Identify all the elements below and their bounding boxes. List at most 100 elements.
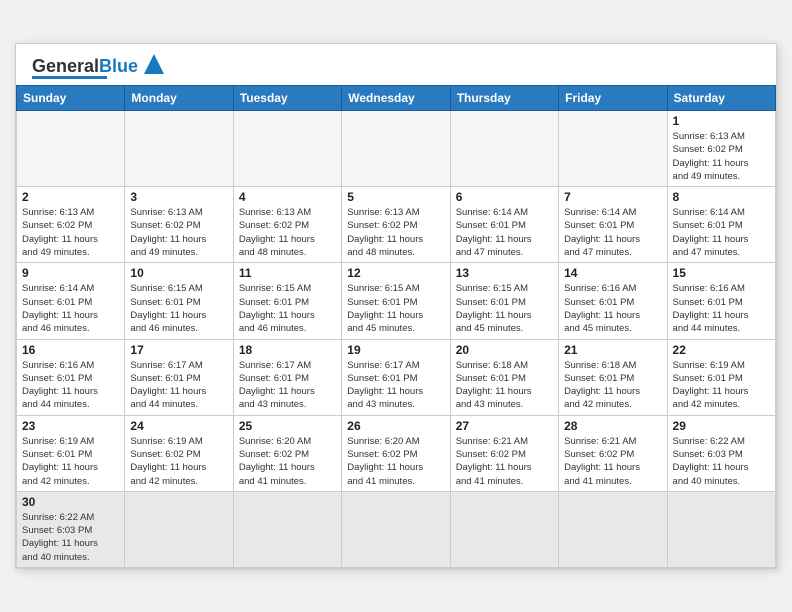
week-row-5: 23Sunrise: 6:19 AM Sunset: 6:01 PM Dayli… <box>17 415 776 491</box>
day-info: Sunrise: 6:13 AM Sunset: 6:02 PM Dayligh… <box>673 130 770 183</box>
day-info: Sunrise: 6:19 AM Sunset: 6:01 PM Dayligh… <box>673 359 770 412</box>
day-cell: 5 Sunrise: 6:13 AM Sunset: 6:02 PM Daylig… <box>342 187 450 263</box>
day-cell: 21 Sunrise: 6:18 AM Sunset: 6:01 PM Dayli… <box>559 339 667 415</box>
day-number: 21 <box>564 343 661 357</box>
day-info: Sunrise: 6:18 AM Sunset: 6:01 PM Dayligh… <box>564 359 661 412</box>
week-row-1: 1Sunrise: 6:13 AM Sunset: 6:02 PM Daylig… <box>17 110 776 186</box>
day-info: Sunrise: 6:21 AM Sunset: 6:02 PM Dayligh… <box>564 435 661 488</box>
logo: GeneralBlue <box>32 54 168 79</box>
day-number: 28 <box>564 419 661 433</box>
day-cell: 24 Sunrise: 6:19 AM Sunset: 6:02 PM Dayli… <box>125 415 233 491</box>
day-cell: 2 Sunrise: 6:13 AM Sunset: 6:02 PM Daylig… <box>17 187 125 263</box>
header-row: Sunday Monday Tuesday Wednesday Thursday… <box>17 85 776 110</box>
day-cell: 7 Sunrise: 6:14 AM Sunset: 6:01 PM Daylig… <box>559 187 667 263</box>
day-cell: 22 Sunrise: 6:19 AM Sunset: 6:01 PM Dayli… <box>667 339 775 415</box>
day-number: 12 <box>347 266 444 280</box>
day-cell <box>17 110 125 186</box>
calendar-table: Sunday Monday Tuesday Wednesday Thursday… <box>16 85 776 568</box>
day-number: 30 <box>22 495 119 509</box>
logo-icon <box>140 50 168 78</box>
day-cell: 25 Sunrise: 6:20 AM Sunset: 6:02 PM Dayli… <box>233 415 341 491</box>
day-number: 15 <box>673 266 770 280</box>
day-cell: 16 Sunrise: 6:16 AM Sunset: 6:01 PM Dayli… <box>17 339 125 415</box>
day-cell: 27Sunrise: 6:21 AM Sunset: 6:02 PM Dayli… <box>450 415 558 491</box>
day-cell: 11 Sunrise: 6:15 AM Sunset: 6:01 PM Dayli… <box>233 263 341 339</box>
day-cell <box>667 491 775 567</box>
day-info: Sunrise: 6:20 AM Sunset: 6:02 PM Dayligh… <box>239 435 336 488</box>
day-cell <box>342 491 450 567</box>
day-info: Sunrise: 6:14 AM Sunset: 6:01 PM Dayligh… <box>456 206 553 259</box>
week-row-2: 2 Sunrise: 6:13 AM Sunset: 6:02 PM Daylig… <box>17 187 776 263</box>
day-cell <box>125 110 233 186</box>
col-sunday: Sunday <box>17 85 125 110</box>
day-cell: 19Sunrise: 6:17 AM Sunset: 6:01 PM Dayli… <box>342 339 450 415</box>
day-cell: 1Sunrise: 6:13 AM Sunset: 6:02 PM Daylig… <box>667 110 775 186</box>
day-number: 25 <box>239 419 336 433</box>
day-info: Sunrise: 6:15 AM Sunset: 6:01 PM Dayligh… <box>239 282 336 335</box>
day-info: Sunrise: 6:16 AM Sunset: 6:01 PM Dayligh… <box>673 282 770 335</box>
day-cell <box>450 491 558 567</box>
week-row-4: 16 Sunrise: 6:16 AM Sunset: 6:01 PM Dayli… <box>17 339 776 415</box>
day-number: 3 <box>130 190 227 204</box>
day-number: 18 <box>239 343 336 357</box>
day-number: 10 <box>130 266 227 280</box>
col-wednesday: Wednesday <box>342 85 450 110</box>
day-info: Sunrise: 6:17 AM Sunset: 6:01 PM Dayligh… <box>239 359 336 412</box>
day-cell: 4Sunrise: 6:13 AM Sunset: 6:02 PM Daylig… <box>233 187 341 263</box>
day-number: 2 <box>22 190 119 204</box>
day-cell: 23Sunrise: 6:19 AM Sunset: 6:01 PM Dayli… <box>17 415 125 491</box>
day-cell <box>342 110 450 186</box>
day-info: Sunrise: 6:17 AM Sunset: 6:01 PM Dayligh… <box>130 359 227 412</box>
day-cell: 29 Sunrise: 6:22 AM Sunset: 6:03 PM Dayli… <box>667 415 775 491</box>
day-info: Sunrise: 6:19 AM Sunset: 6:02 PM Dayligh… <box>130 435 227 488</box>
day-cell: 28 Sunrise: 6:21 AM Sunset: 6:02 PM Dayli… <box>559 415 667 491</box>
calendar-container: GeneralBlue Sunday Monday Tuesday Wednes… <box>15 43 777 569</box>
day-info: Sunrise: 6:14 AM Sunset: 6:01 PM Dayligh… <box>22 282 119 335</box>
day-info: Sunrise: 6:18 AM Sunset: 6:01 PM Dayligh… <box>456 359 553 412</box>
day-info: Sunrise: 6:14 AM Sunset: 6:01 PM Dayligh… <box>564 206 661 259</box>
day-number: 24 <box>130 419 227 433</box>
day-number: 20 <box>456 343 553 357</box>
col-tuesday: Tuesday <box>233 85 341 110</box>
day-number: 29 <box>673 419 770 433</box>
day-info: Sunrise: 6:16 AM Sunset: 6:01 PM Dayligh… <box>22 359 119 412</box>
logo-underline <box>32 76 107 79</box>
day-info: Sunrise: 6:13 AM Sunset: 6:02 PM Dayligh… <box>130 206 227 259</box>
day-info: Sunrise: 6:14 AM Sunset: 6:01 PM Dayligh… <box>673 206 770 259</box>
day-info: Sunrise: 6:15 AM Sunset: 6:01 PM Dayligh… <box>130 282 227 335</box>
col-saturday: Saturday <box>667 85 775 110</box>
day-number: 5 <box>347 190 444 204</box>
day-number: 23 <box>22 419 119 433</box>
day-info: Sunrise: 6:22 AM Sunset: 6:03 PM Dayligh… <box>673 435 770 488</box>
day-info: Sunrise: 6:13 AM Sunset: 6:02 PM Dayligh… <box>347 206 444 259</box>
day-info: Sunrise: 6:13 AM Sunset: 6:02 PM Dayligh… <box>22 206 119 259</box>
calendar-header: GeneralBlue <box>16 44 776 85</box>
day-number: 14 <box>564 266 661 280</box>
logo-blue-text: Blue <box>99 56 138 76</box>
day-cell <box>233 491 341 567</box>
day-number: 11 <box>239 266 336 280</box>
day-info: Sunrise: 6:16 AM Sunset: 6:01 PM Dayligh… <box>564 282 661 335</box>
day-cell: 8Sunrise: 6:14 AM Sunset: 6:01 PM Daylig… <box>667 187 775 263</box>
day-number: 7 <box>564 190 661 204</box>
day-cell <box>233 110 341 186</box>
day-cell: 30Sunrise: 6:22 AM Sunset: 6:03 PM Dayli… <box>17 491 125 567</box>
col-thursday: Thursday <box>450 85 558 110</box>
col-monday: Monday <box>125 85 233 110</box>
day-number: 16 <box>22 343 119 357</box>
day-number: 4 <box>239 190 336 204</box>
day-cell: 13Sunrise: 6:15 AM Sunset: 6:01 PM Dayli… <box>450 263 558 339</box>
day-cell <box>125 491 233 567</box>
week-row-6: 30Sunrise: 6:22 AM Sunset: 6:03 PM Dayli… <box>17 491 776 567</box>
day-cell: 17Sunrise: 6:17 AM Sunset: 6:01 PM Dayli… <box>125 339 233 415</box>
day-cell: 26Sunrise: 6:20 AM Sunset: 6:02 PM Dayli… <box>342 415 450 491</box>
day-number: 22 <box>673 343 770 357</box>
day-info: Sunrise: 6:17 AM Sunset: 6:01 PM Dayligh… <box>347 359 444 412</box>
logo-text: GeneralBlue <box>32 57 138 75</box>
day-number: 9 <box>22 266 119 280</box>
day-cell: 6Sunrise: 6:14 AM Sunset: 6:01 PM Daylig… <box>450 187 558 263</box>
day-info: Sunrise: 6:15 AM Sunset: 6:01 PM Dayligh… <box>347 282 444 335</box>
day-cell: 9 Sunrise: 6:14 AM Sunset: 6:01 PM Daylig… <box>17 263 125 339</box>
day-number: 26 <box>347 419 444 433</box>
day-cell: 12 Sunrise: 6:15 AM Sunset: 6:01 PM Dayli… <box>342 263 450 339</box>
